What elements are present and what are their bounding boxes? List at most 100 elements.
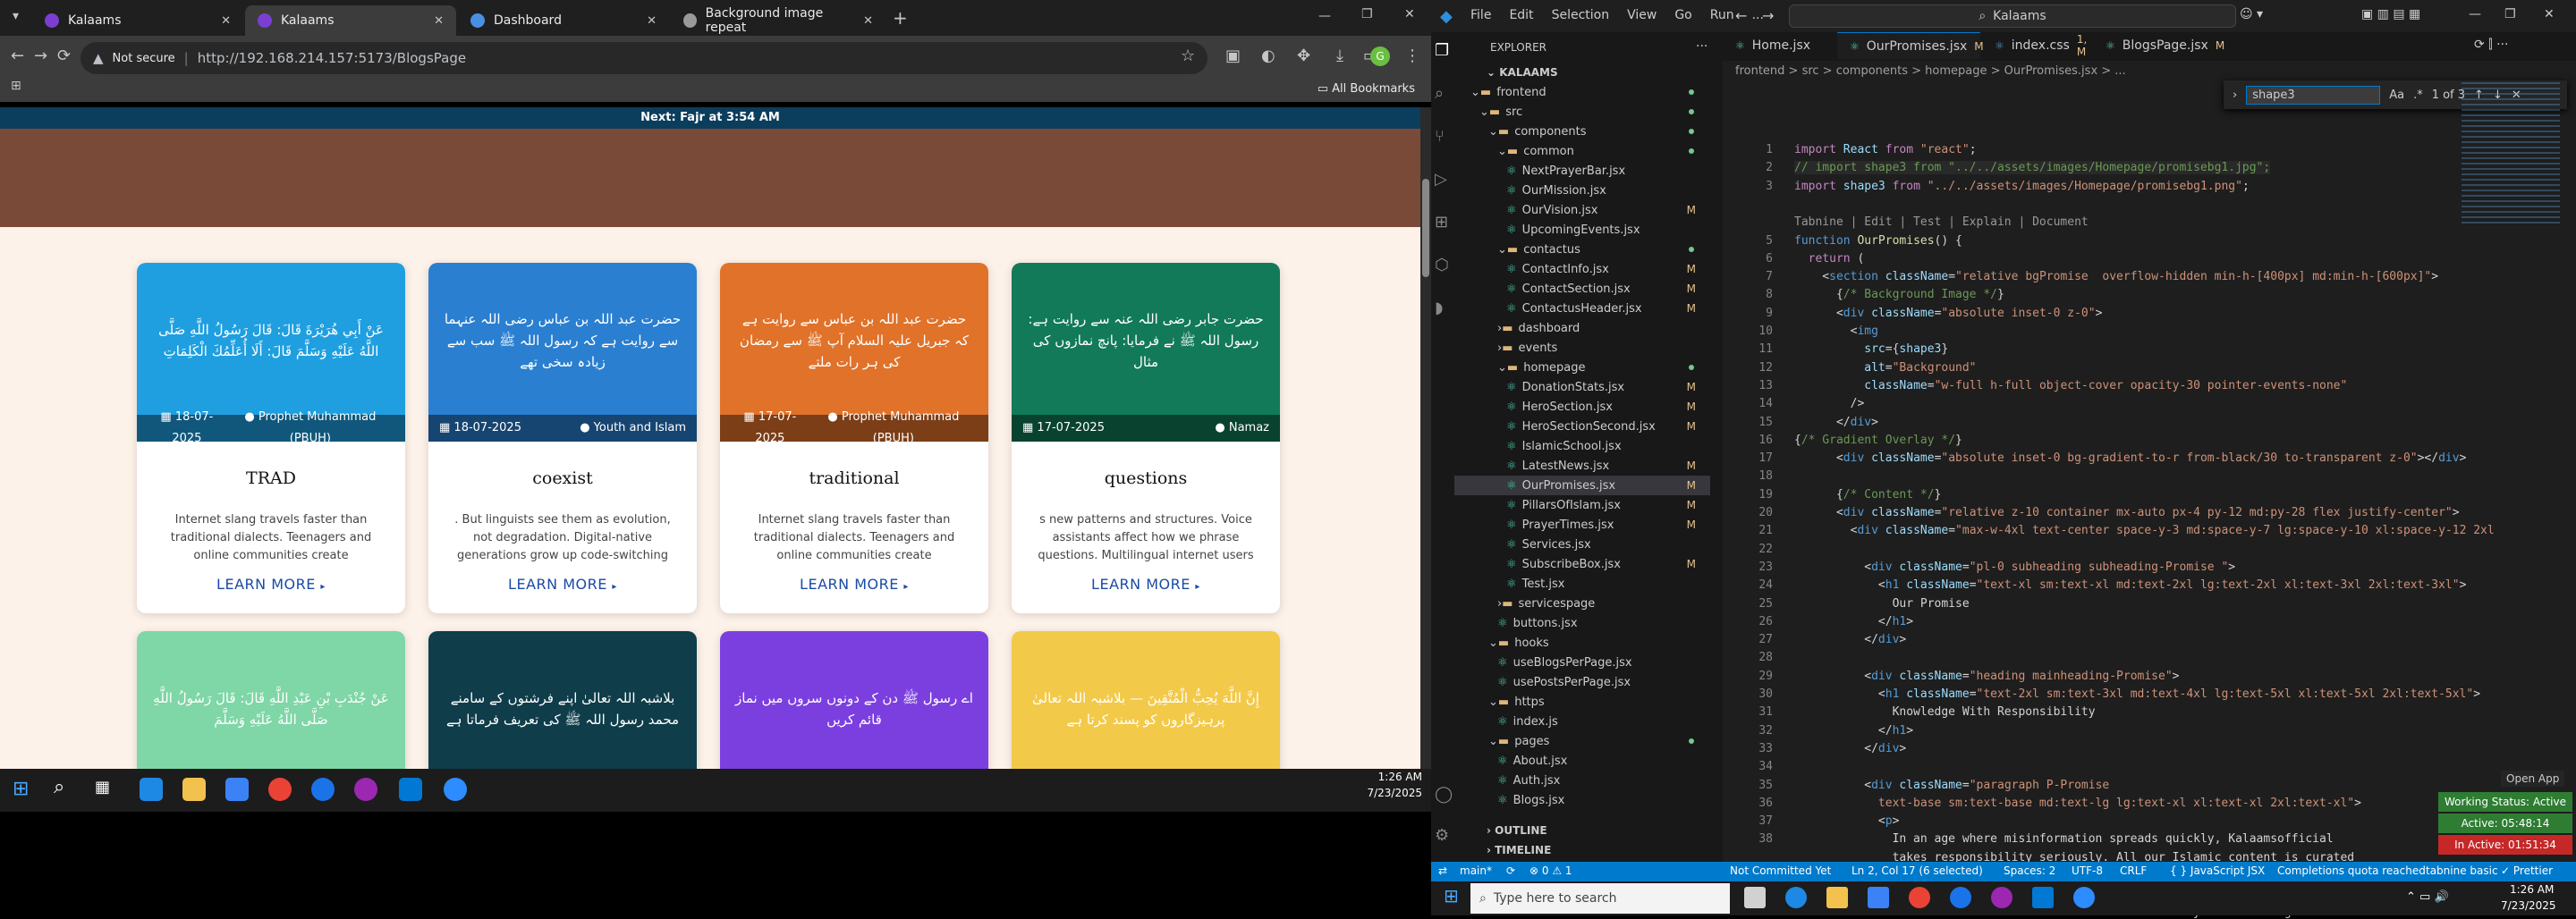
zoom-icon[interactable] bbox=[444, 778, 467, 801]
code-line[interactable]: {/* Background Image */} bbox=[1794, 288, 2004, 301]
editor-tab[interactable]: ⚛ OurPromises.jsx M bbox=[1837, 32, 1984, 59]
branch-status[interactable]: main* bbox=[1460, 864, 1492, 877]
blog-card[interactable]: بلاشبہ اللہ تعالیٰ اپنے فرشتوں کے سامنے … bbox=[428, 631, 697, 769]
chrome-icon[interactable] bbox=[1950, 887, 1971, 908]
download-icon[interactable]: ⤓ bbox=[1336, 46, 1343, 65]
vscode-icon[interactable] bbox=[2032, 887, 2054, 908]
search-icon[interactable]: ⌕ bbox=[54, 776, 64, 798]
tree-folder[interactable]: › ▬ dashboard bbox=[1454, 318, 1710, 338]
menu-item[interactable]: Go bbox=[1674, 8, 1691, 22]
tree-folder[interactable]: ⌄ ▬ src bbox=[1454, 102, 1710, 122]
code-line[interactable]: /> bbox=[1794, 397, 1865, 410]
editor-actions-icons[interactable]: ⟳ ⫿ ··· bbox=[2474, 38, 2508, 52]
layout-icons[interactable]: ▣ ▥ ▤ ▦ bbox=[2361, 7, 2420, 21]
chrome-icon[interactable] bbox=[1909, 887, 1930, 908]
tree-file[interactable]: ⚛ HeroSectionSecond.jsx M bbox=[1454, 417, 1710, 436]
code-line[interactable]: </h1> bbox=[1794, 615, 1913, 628]
windows-start-icon[interactable]: ⊞ bbox=[13, 778, 29, 800]
tree-file[interactable]: ⚛ Auth.jsx bbox=[1454, 771, 1710, 790]
blog-card[interactable]: عَنْ أَبِي هُرَيْرَةَ قَالَ: قَالَ رَسُو… bbox=[137, 263, 405, 613]
close-tab-icon[interactable]: ✕ bbox=[863, 14, 873, 28]
cursor-position[interactable]: Ln 2, Col 17 (6 selected) bbox=[1852, 864, 1983, 877]
extensions-icon[interactable]: ⊞ bbox=[1435, 213, 1448, 232]
menu-item[interactable]: Edit bbox=[1509, 8, 1533, 22]
browser-tab-1[interactable]: Kalaams ✕ bbox=[32, 5, 243, 36]
blog-card[interactable]: حضرت عبد اللہ بن عباس سے روایت ہے کہ جبر… bbox=[720, 263, 988, 613]
chevron-right-icon[interactable]: › bbox=[2233, 89, 2237, 102]
code-line[interactable]: import React from "react"; bbox=[1794, 143, 1977, 156]
browser-tab-2-active[interactable]: Kalaams ✕ bbox=[245, 5, 456, 36]
editor-tab[interactable]: ⚛ index.css 1, M bbox=[1982, 32, 2091, 59]
problems-status[interactable]: ⊗ 0 ⚠ 1 bbox=[1530, 864, 1572, 877]
command-center[interactable]: ⌕ Kalaams bbox=[1789, 4, 2236, 28]
puzzle-icon[interactable]: ✥ bbox=[1297, 46, 1310, 65]
tree-file[interactable]: ⚛ ContactSection.jsx M bbox=[1454, 279, 1710, 299]
back-icon[interactable]: ← bbox=[11, 46, 24, 65]
taskbar-search-box[interactable]: ⌕ Type here to search bbox=[1470, 883, 1730, 914]
prettier-status[interactable]: ✓ Prettier bbox=[2501, 864, 2553, 877]
code-line[interactable]: <h1 className="text-2xl sm:text-3xl md:t… bbox=[1794, 687, 2480, 701]
code-line[interactable]: return ( bbox=[1794, 252, 1865, 266]
tree-file[interactable]: ⚛ OurPromises.jsx M bbox=[1454, 476, 1710, 495]
code-line[interactable]: Our Promise bbox=[1794, 597, 1970, 611]
code-line[interactable]: </h1> bbox=[1794, 724, 1913, 738]
outline-section[interactable]: › OUTLINE bbox=[1487, 824, 1547, 837]
tree-file[interactable]: ⚛ ContactusHeader.jsx M bbox=[1454, 299, 1710, 318]
task-view-icon[interactable] bbox=[1744, 887, 1766, 908]
tree-file[interactable]: ⚛ PrayerTimes.jsx M bbox=[1454, 515, 1710, 535]
encoding-status[interactable]: UTF-8 bbox=[2072, 864, 2103, 877]
tray-icons[interactable]: ⌃ ▭ 🔊 bbox=[2406, 890, 2449, 904]
git-blame-status[interactable]: Not Committed Yet bbox=[1730, 864, 1831, 877]
code-line[interactable]: <div className="absolute inset-0 z-0"> bbox=[1794, 307, 2102, 320]
tree-file[interactable]: ⚛ Blogs.jsx bbox=[1454, 790, 1710, 810]
code-line[interactable]: </div> bbox=[1794, 633, 1906, 646]
learn-more-link[interactable]: LEARN MORE ▸ bbox=[428, 576, 697, 593]
regex-icon[interactable]: .* bbox=[2413, 89, 2423, 102]
code-line[interactable]: <div className="max-w-4xl text-center sp… bbox=[1794, 524, 2495, 537]
gear-icon[interactable]: ⚙ bbox=[1435, 826, 1449, 845]
search-icon[interactable]: ⌕ bbox=[1435, 84, 1444, 103]
tabnine-icon[interactable]: ◗ bbox=[1435, 299, 1443, 317]
code-line[interactable]: function OurPromises() { bbox=[1794, 234, 1962, 248]
maximize-icon[interactable]: ❐ bbox=[2504, 7, 2516, 21]
code-line[interactable]: {/* Gradient Overlay */} bbox=[1794, 434, 1962, 447]
tree-file[interactable]: ⚛ Services.jsx bbox=[1454, 535, 1710, 554]
back-icon[interactable]: ← bbox=[1735, 7, 1747, 24]
quota-status[interactable]: Completions quota reached bbox=[2277, 864, 2426, 877]
code-line[interactable]: import shape3 from "../../assets/images/… bbox=[1794, 180, 2250, 193]
run-debug-icon[interactable]: ▷ bbox=[1435, 170, 1447, 189]
zoom-icon[interactable] bbox=[2073, 887, 2095, 908]
code-line[interactable]: <img bbox=[1794, 325, 1878, 338]
code-line[interactable]: src={shape3} bbox=[1794, 342, 1948, 356]
tree-folder[interactable]: ⌄ ▬ components bbox=[1454, 122, 1710, 141]
code-line[interactable]: <div className="pl-0 subheading subheadi… bbox=[1794, 561, 2235, 574]
chrome-icon[interactable] bbox=[268, 778, 292, 801]
close-tab-icon[interactable]: ✕ bbox=[221, 14, 231, 28]
tree-file[interactable]: ⚛ index.js bbox=[1454, 712, 1710, 731]
blog-card[interactable]: اے رسول ﷺ دن کے دونوں سروں میں نماز قائم… bbox=[720, 631, 988, 769]
tree-file[interactable]: ⚛ NextPrayerBar.jsx bbox=[1454, 161, 1710, 181]
tree-file[interactable]: ⚛ HeroSection.jsx M bbox=[1454, 397, 1710, 417]
close-window-icon[interactable]: ✕ bbox=[1404, 7, 1415, 21]
code-line[interactable]: In an age where misinformation spreads q… bbox=[1794, 832, 2334, 846]
tree-file[interactable]: ⚛ PillarsOfIslam.jsx M bbox=[1454, 495, 1710, 515]
more-actions-icon[interactable]: ··· bbox=[1696, 39, 1707, 54]
github-desktop-icon[interactable] bbox=[354, 778, 377, 801]
tab-search-icon[interactable]: ▾ bbox=[13, 9, 19, 23]
scrollbar-thumb[interactable] bbox=[1422, 179, 1429, 277]
match-case-icon[interactable]: Aa bbox=[2389, 89, 2404, 102]
close-tab-icon[interactable]: ✕ bbox=[434, 14, 444, 28]
code-line[interactable]: Knowledge With Responsibility bbox=[1794, 705, 2096, 719]
sync-icon[interactable]: ⟳ bbox=[1506, 864, 1515, 877]
code-line[interactable]: <div className="relative z-10 container … bbox=[1794, 506, 2460, 519]
reload-icon[interactable]: ⟳ bbox=[57, 46, 71, 65]
apps-grid-icon[interactable]: ⊞ bbox=[11, 79, 21, 93]
tree-file[interactable]: ⚛ usePostsPerPage.jsx bbox=[1454, 672, 1710, 692]
forward-icon[interactable]: → bbox=[34, 46, 47, 65]
breadcrumb[interactable]: frontend > src > components > homepage >… bbox=[1735, 64, 2126, 78]
close-tab-icon[interactable]: ✕ bbox=[647, 14, 657, 28]
extension-icon[interactable]: ◐ bbox=[1261, 46, 1275, 65]
tree-folder[interactable]: ⌄ ▬ https bbox=[1454, 692, 1710, 712]
code-line[interactable]: Tabnine | Edit | Test | Explain | Docume… bbox=[1794, 215, 2089, 229]
tree-file[interactable]: ⚛ LatestNews.jsx M bbox=[1454, 456, 1710, 476]
